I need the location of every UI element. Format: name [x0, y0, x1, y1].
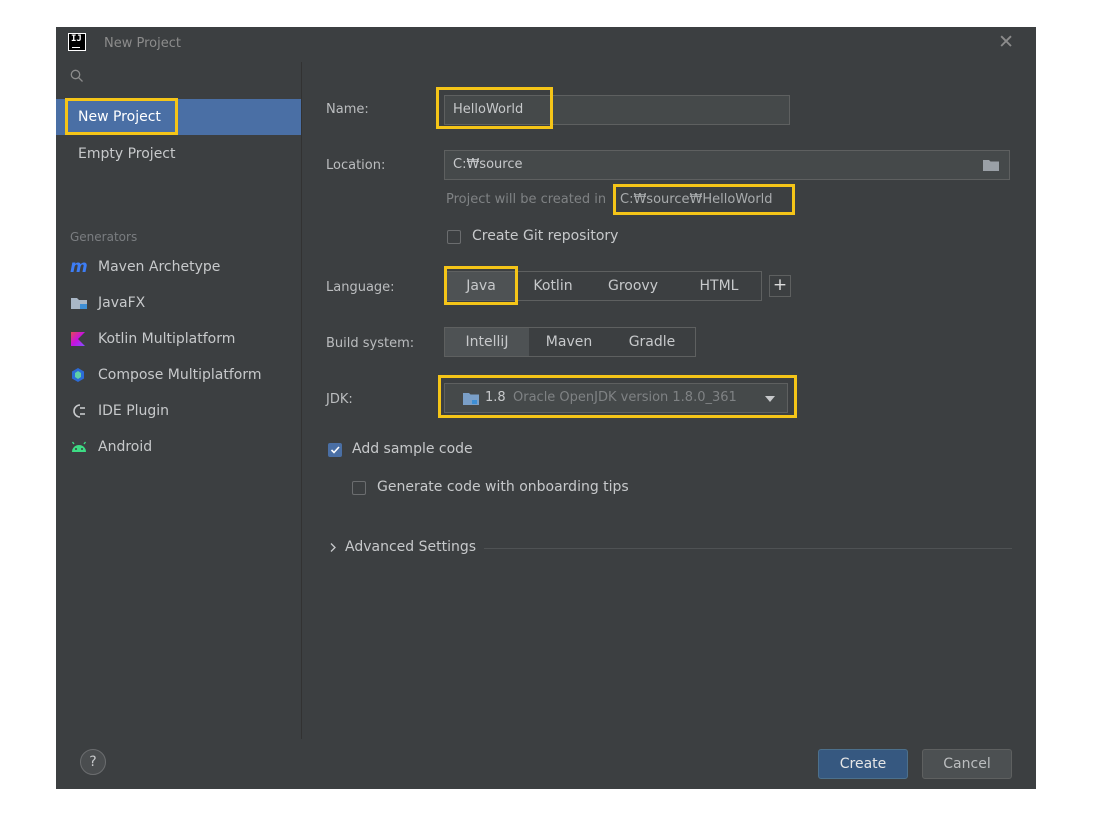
advanced-settings-divider	[484, 548, 1012, 549]
sidebar-item-empty-project[interactable]: Empty Project	[56, 136, 301, 172]
git-checkbox[interactable]	[447, 230, 461, 244]
location-hint: Project will be created in	[446, 192, 607, 207]
sidebar-item-javafx[interactable]: JavaFX	[56, 285, 301, 321]
build-option-maven[interactable]: Maven	[529, 328, 609, 356]
jdk-name: Oracle OpenJDK version 1.8.0_361	[513, 390, 737, 405]
location-hint-path: C:₩source₩HelloWorld	[620, 192, 773, 207]
language-label: Language:	[326, 280, 395, 295]
advanced-settings-toggle[interactable]: Advanced Settings	[326, 537, 1012, 557]
git-label: Create Git repository	[472, 228, 619, 244]
language-option-groovy[interactable]: Groovy	[589, 272, 677, 300]
compose-icon	[72, 368, 84, 382]
add-language-button[interactable]: +	[769, 275, 791, 297]
sidebar-item-maven-archetype[interactable]: m Maven Archetype	[56, 249, 301, 285]
intellij-logo-icon: IJ	[68, 33, 86, 51]
help-button[interactable]: ?	[80, 749, 106, 775]
title-bar: IJ New Project ✕	[56, 27, 1036, 62]
cancel-button[interactable]: Cancel	[922, 749, 1012, 779]
jdk-dropdown[interactable]: 1.8 Oracle OpenJDK version 1.8.0_361	[444, 383, 788, 413]
chevron-right-icon	[330, 543, 336, 552]
build-option-gradle[interactable]: Gradle	[609, 328, 695, 356]
kotlin-icon	[71, 332, 85, 346]
check-icon	[330, 446, 340, 454]
language-option-kotlin[interactable]: Kotlin	[517, 272, 589, 300]
window-title: New Project	[104, 36, 181, 51]
location-input[interactable]: C:₩source	[444, 150, 1010, 180]
build-option-intellij[interactable]: IntelliJ	[445, 328, 529, 356]
jdk-version: 1.8	[485, 390, 506, 405]
build-system-selector: IntelliJ Maven Gradle	[444, 327, 696, 357]
android-icon	[71, 441, 87, 452]
folder-icon[interactable]	[983, 159, 999, 171]
sidebar-item-new-project[interactable]: New Project	[56, 99, 301, 135]
new-project-dialog: IJ New Project ✕ New Project Empty Proje…	[56, 27, 1036, 789]
language-selector: Java Kotlin Groovy HTML	[444, 271, 762, 301]
language-option-java[interactable]: Java	[445, 272, 517, 300]
javafx-icon	[71, 298, 87, 309]
onboarding-tips-label: Generate code with onboarding tips	[377, 479, 629, 495]
close-icon[interactable]: ✕	[998, 31, 1014, 53]
create-button[interactable]: Create	[818, 749, 908, 779]
sidebar-item-kotlin-multiplatform[interactable]: Kotlin Multiplatform	[56, 321, 301, 357]
project-settings-panel: Name: HelloWorld Location: C:₩source Pro…	[302, 62, 1036, 739]
chevron-down-icon	[765, 396, 775, 402]
name-input[interactable]: HelloWorld	[444, 95, 790, 125]
name-label: Name:	[326, 102, 369, 117]
maven-icon: m	[70, 257, 88, 277]
sidebar-item-android[interactable]: Android	[56, 429, 301, 465]
location-label: Location:	[326, 158, 386, 173]
sidebar-item-compose-multiplatform[interactable]: Compose Multiplatform	[56, 357, 301, 393]
language-option-html[interactable]: HTML	[677, 272, 761, 300]
advanced-settings-label: Advanced Settings	[345, 539, 477, 555]
jdk-label: JDK:	[326, 392, 353, 407]
jdk-folder-icon	[463, 393, 479, 405]
plugin-icon	[73, 404, 85, 418]
sidebar-item-ide-plugin[interactable]: IDE Plugin	[56, 393, 301, 429]
sample-code-label: Add sample code	[352, 441, 473, 457]
sample-code-checkbox[interactable]	[328, 443, 342, 457]
sidebar: New Project Empty Project Generators m M…	[56, 62, 302, 739]
build-system-label: Build system:	[326, 336, 415, 351]
generators-group-label: Generators	[70, 230, 138, 244]
search-icon[interactable]	[70, 69, 84, 83]
onboarding-tips-checkbox[interactable]	[352, 481, 366, 495]
